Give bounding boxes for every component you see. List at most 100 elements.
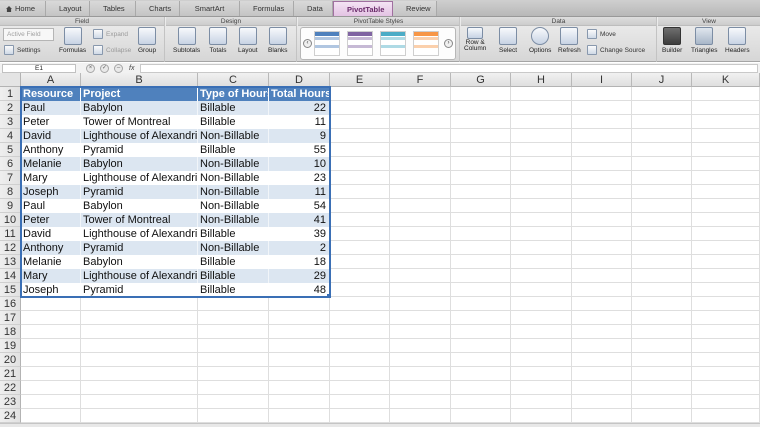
pivot-header-cell[interactable]: Type of Hours <box>198 87 269 101</box>
row-header-23[interactable]: 23 <box>0 395 21 409</box>
active-field-input[interactable]: Active Field <box>3 28 54 41</box>
pivot-data-cell[interactable]: Anthony <box>21 143 81 157</box>
row-header-5[interactable]: 5 <box>0 143 21 157</box>
column-header-a[interactable]: A <box>21 73 81 87</box>
pivot-data-cell[interactable]: 9 <box>269 129 330 143</box>
tab-home[interactable]: Home <box>0 1 46 16</box>
pivot-data-cell[interactable]: 29 <box>269 269 330 283</box>
headers-button[interactable]: Headers <box>725 27 750 54</box>
pivot-data-cell[interactable]: 10 <box>269 157 330 171</box>
gallery-right-arrow-icon[interactable]: › <box>444 39 453 48</box>
pivot-data-cell[interactable]: David <box>21 227 81 241</box>
group-button[interactable]: Group <box>138 27 156 54</box>
pivot-data-cell[interactable]: Non-Billable <box>198 185 269 199</box>
pivot-data-cell[interactable]: Melanie <box>21 255 81 269</box>
pivot-data-cell[interactable]: Mary <box>21 269 81 283</box>
triangles-button[interactable]: Triangles <box>691 27 718 54</box>
select-all-corner[interactable] <box>0 73 21 87</box>
column-header-f[interactable]: F <box>390 73 451 87</box>
layout-button[interactable]: Layout <box>238 27 258 54</box>
row-header-13[interactable]: 13 <box>0 255 21 269</box>
cancel-icon[interactable]: × <box>86 64 95 73</box>
function-menu-icon[interactable]: – <box>114 64 123 73</box>
formulas-button[interactable]: Formulas <box>59 27 86 54</box>
row-header-8[interactable]: 8 <box>0 185 21 199</box>
pivot-data-cell[interactable]: Tower of Montreal <box>81 115 198 129</box>
pivot-data-cell[interactable]: David <box>21 129 81 143</box>
pivot-data-cell[interactable]: Babylon <box>81 199 198 213</box>
row-header-3[interactable]: 3 <box>0 115 21 129</box>
pivot-data-cell[interactable]: 48 <box>269 283 330 297</box>
pivot-data-cell[interactable]: Non-Billable <box>198 157 269 171</box>
pivot-data-cell[interactable]: Paul <box>21 199 81 213</box>
pivot-data-cell[interactable]: 41 <box>269 213 330 227</box>
pivot-data-cell[interactable]: Pyramid <box>81 283 198 297</box>
row-header-6[interactable]: 6 <box>0 157 21 171</box>
tab-data[interactable]: Data <box>294 1 333 16</box>
pivot-data-cell[interactable]: Peter <box>21 213 81 227</box>
pivot-data-cell[interactable]: Lighthouse of Alexandria <box>81 129 198 143</box>
pivot-data-cell[interactable]: Billable <box>198 115 269 129</box>
settings-button[interactable]: Settings <box>4 45 41 55</box>
pivot-data-cell[interactable]: 39 <box>269 227 330 241</box>
pivot-data-cell[interactable]: Babylon <box>81 157 198 171</box>
column-header-c[interactable]: C <box>198 73 269 87</box>
subtotals-button[interactable]: Subtotals <box>173 27 200 54</box>
pivot-data-cell[interactable]: 55 <box>269 143 330 157</box>
pivot-data-cell[interactable]: Tower of Montreal <box>81 213 198 227</box>
name-box[interactable]: E1 <box>2 64 76 73</box>
column-header-h[interactable]: H <box>511 73 572 87</box>
pivot-header-cell[interactable]: Total Hours <box>269 87 330 101</box>
pivot-data-cell[interactable]: Lighthouse of Alexandria <box>81 227 198 241</box>
tab-review[interactable]: Review <box>393 1 437 16</box>
blanks-button[interactable]: Blanks <box>268 27 288 54</box>
collapse-button[interactable]: Collapse <box>93 45 131 55</box>
totals-button[interactable]: Totals <box>209 27 227 54</box>
expand-button[interactable]: Expand <box>93 29 128 39</box>
pivot-data-cell[interactable]: Non-Billable <box>198 129 269 143</box>
pivot-data-cell[interactable]: Non-Billable <box>198 171 269 185</box>
pivot-header-cell[interactable]: Project <box>81 87 198 101</box>
row-header-16[interactable]: 16 <box>0 297 21 311</box>
move-button[interactable]: Move <box>587 29 616 39</box>
confirm-icon[interactable]: ✓ <box>100 64 109 73</box>
column-header-d[interactable]: D <box>269 73 330 87</box>
formula-input[interactable] <box>140 64 758 73</box>
row-header-7[interactable]: 7 <box>0 171 21 185</box>
horizontal-scrollbar[interactable] <box>0 423 760 427</box>
tab-layout[interactable]: Layout <box>46 1 90 16</box>
column-header-b[interactable]: B <box>81 73 198 87</box>
row-header-11[interactable]: 11 <box>0 227 21 241</box>
pivot-data-cell[interactable]: Pyramid <box>81 185 198 199</box>
pivot-data-cell[interactable]: Billable <box>198 101 269 115</box>
fill-handle[interactable] <box>327 294 331 298</box>
pivot-data-cell[interactable]: 23 <box>269 171 330 185</box>
change-source-button[interactable]: Change Source <box>587 45 645 55</box>
pivot-data-cell[interactable]: Billable <box>198 269 269 283</box>
pivot-data-cell[interactable]: Non-Billable <box>198 199 269 213</box>
row-header-22[interactable]: 22 <box>0 381 21 395</box>
pivot-data-cell[interactable]: Peter <box>21 115 81 129</box>
tab-pivottable[interactable]: PivotTable <box>333 1 393 16</box>
row-header-21[interactable]: 21 <box>0 367 21 381</box>
pivot-data-cell[interactable]: 11 <box>269 115 330 129</box>
pivot-data-cell[interactable]: Pyramid <box>81 241 198 255</box>
gallery-left-arrow-icon[interactable]: ‹ <box>303 39 312 48</box>
pivot-data-cell[interactable]: 18 <box>269 255 330 269</box>
pivot-data-cell[interactable]: Lighthouse of Alexandria <box>81 171 198 185</box>
pivot-style-swatch[interactable] <box>380 31 406 56</box>
pivot-data-cell[interactable]: Billable <box>198 143 269 157</box>
refresh-button[interactable]: Refresh <box>558 27 581 54</box>
row-header-17[interactable]: 17 <box>0 311 21 325</box>
pivot-data-cell[interactable]: Paul <box>21 101 81 115</box>
pivot-data-cell[interactable]: Melanie <box>21 157 81 171</box>
tab-tables[interactable]: Tables <box>90 1 136 16</box>
pivot-data-cell[interactable]: Pyramid <box>81 143 198 157</box>
row-header-1[interactable]: 1 <box>0 87 21 101</box>
pivot-data-cell[interactable]: 54 <box>269 199 330 213</box>
pivot-data-cell[interactable]: Non-Billable <box>198 213 269 227</box>
pivot-style-swatch[interactable] <box>314 31 340 56</box>
column-header-k[interactable]: K <box>692 73 760 87</box>
pivot-data-cell[interactable]: Non-Billable <box>198 241 269 255</box>
tab-smartart[interactable]: SmartArt <box>180 1 240 16</box>
